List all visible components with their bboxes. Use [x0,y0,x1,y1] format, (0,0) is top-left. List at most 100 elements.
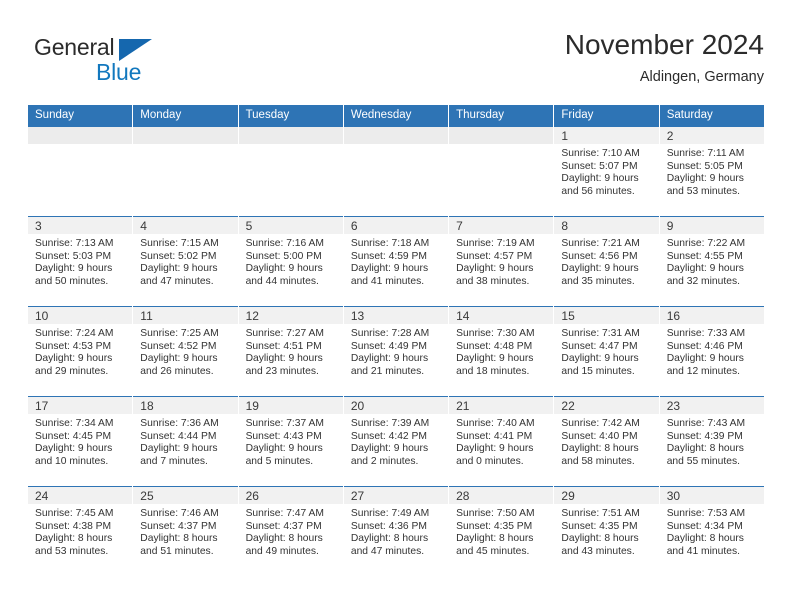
day-number-band: 27 [343,487,449,504]
day-number: 26 [245,489,259,503]
day-number: 23 [666,399,681,413]
calendar-day-cell[interactable]: 20 Sunrise: 7:39 AM Sunset: 4:42 PM Dayligh… [343,396,449,486]
day-detail-text [344,144,448,148]
day-detail-line: and 43 minutes. [561,545,635,557]
day-detail-line: and 23 minutes. [245,365,319,377]
calendar-day-cell[interactable]: 5 Sunrise: 7:16 AM Sunset: 5:00 PM Daylight… [238,216,343,306]
day-number: 14 [456,309,470,323]
day-detail-text: Sunrise: 7:30 AM Sunset: 4:48 PM Daylight:… [449,324,553,378]
calendar-day-cell[interactable]: 3 Sunrise: 7:13 AM Sunset: 5:03 PM Daylight… [28,216,133,306]
day-number: 6 [350,219,358,233]
calendar-page: General Blue November 2024 Aldingen, Ger… [0,0,792,612]
calendar-week-row: 1 Sunrise: 7:10 AM Sunset: 5:07 PM Daylight… [28,126,764,216]
calendar-day-cell[interactable]: 23 Sunrise: 7:43 AM Sunset: 4:39 PM Dayligh… [659,396,764,486]
calendar-day-cell[interactable]: 18 Sunrise: 7:36 AM Sunset: 4:44 PM Dayligh… [133,396,238,486]
day-number-band [449,127,554,144]
general-blue-logo[interactable]: General Blue [34,34,214,90]
day-number-band: 7 [449,217,554,234]
day-detail-line: Sunrise: 7:31 AM [561,328,640,339]
logo-text-general: General [34,34,115,60]
day-detail-line: Sunset: 5:02 PM [140,250,217,262]
day-detail-line: and 44 minutes. [245,275,319,287]
calendar-day-cell[interactable]: 1 Sunrise: 7:10 AM Sunset: 5:07 PM Daylight… [554,126,659,216]
calendar-day-cell[interactable]: 9 Sunrise: 7:22 AM Sunset: 4:55 PM Daylight… [659,216,764,306]
day-header-monday: Monday [133,105,238,126]
day-number: 19 [245,399,259,413]
day-detail-line: Sunrise: 7:10 AM [561,148,640,159]
day-number-band: 29 [554,487,659,504]
title-block: November 2024 Aldingen, Germany [565,26,764,88]
day-detail-line: Daylight: 9 hours [561,353,639,365]
day-detail-line: Daylight: 9 hours [35,443,113,455]
day-detail-line: Sunset: 4:35 PM [456,520,533,532]
day-detail-line: Sunset: 4:40 PM [561,430,638,442]
day-number: 30 [666,489,681,503]
day-detail-text: Sunrise: 7:34 AM Sunset: 4:45 PM Daylight:… [28,414,132,468]
day-detail-line: Sunrise: 7:51 AM [561,508,640,519]
day-detail-line: Sunrise: 7:53 AM [666,508,746,519]
day-number: 1 [561,129,569,143]
calendar-day-cell[interactable]: 14 Sunrise: 7:30 AM Sunset: 4:48 PM Dayligh… [449,306,554,396]
day-detail-line: Daylight: 9 hours [140,263,218,275]
calendar-day-cell[interactable]: 15 Sunrise: 7:31 AM Sunset: 4:47 PM Dayligh… [554,306,659,396]
logo-text-blue: Blue [96,59,142,85]
calendar-day-cell[interactable]: 22 Sunrise: 7:42 AM Sunset: 4:40 PM Dayligh… [554,396,659,486]
day-detail-line: Sunset: 5:07 PM [561,160,638,172]
calendar-day-cell[interactable]: 12 Sunrise: 7:27 AM Sunset: 4:51 PM Dayligh… [238,306,343,396]
day-detail-line: Sunset: 4:56 PM [561,250,638,262]
day-detail-line: Sunset: 5:03 PM [35,250,112,262]
day-number: 25 [140,489,154,503]
calendar-day-cell[interactable]: 10 Sunrise: 7:24 AM Sunset: 4:53 PM Dayligh… [28,306,133,396]
calendar-day-cell[interactable]: 26 Sunrise: 7:47 AM Sunset: 4:37 PM Dayligh… [238,486,343,576]
calendar-day-cell[interactable]: 2 Sunrise: 7:11 AM Sunset: 5:05 PM Daylight… [659,126,764,216]
day-number-band: 3 [28,217,133,234]
day-detail-line: and 58 minutes. [561,455,635,467]
calendar-day-cell[interactable]: 29 Sunrise: 7:51 AM Sunset: 4:35 PM Dayligh… [554,486,659,576]
day-number-band: 6 [343,217,449,234]
day-detail-text: Sunrise: 7:15 AM Sunset: 5:02 PM Daylight:… [133,234,237,288]
triangle-icon [119,39,152,61]
day-number-band: 2 [659,127,764,144]
calendar-day-cell-empty [133,126,238,216]
calendar-day-cell[interactable]: 21 Sunrise: 7:40 AM Sunset: 4:41 PM Dayligh… [449,396,554,486]
calendar-day-cell[interactable]: 28 Sunrise: 7:50 AM Sunset: 4:35 PM Dayligh… [449,486,554,576]
calendar-day-cell[interactable]: 16 Sunrise: 7:33 AM Sunset: 4:46 PM Dayligh… [659,306,764,396]
calendar-day-cell[interactable]: 8 Sunrise: 7:21 AM Sunset: 4:56 PM Daylight… [554,216,659,306]
day-detail-line: and 2 minutes. [350,455,419,467]
calendar-day-cell[interactable]: 13 Sunrise: 7:28 AM Sunset: 4:49 PM Dayligh… [343,306,449,396]
day-detail-line: Sunset: 4:43 PM [245,430,322,442]
calendar-day-cell[interactable]: 25 Sunrise: 7:46 AM Sunset: 4:37 PM Dayligh… [133,486,238,576]
day-number-band: 21 [449,397,554,414]
calendar-day-cell[interactable]: 4 Sunrise: 7:15 AM Sunset: 5:02 PM Daylight… [133,216,238,306]
day-detail-line: and 47 minutes. [350,545,425,557]
day-number-band: 23 [659,397,764,414]
calendar-day-cell[interactable]: 17 Sunrise: 7:34 AM Sunset: 4:45 PM Dayligh… [28,396,133,486]
calendar-day-cell[interactable]: 27 Sunrise: 7:49 AM Sunset: 4:36 PM Dayligh… [343,486,449,576]
calendar-day-cell[interactable]: 30 Sunrise: 7:53 AM Sunset: 4:34 PM Dayligh… [659,486,764,576]
day-detail-text: Sunrise: 7:43 AM Sunset: 4:39 PM Daylight:… [660,414,764,468]
day-number: 16 [666,309,681,323]
day-detail-line: Daylight: 9 hours [350,263,429,275]
day-number-band: 30 [659,487,764,504]
day-number-band: 9 [659,217,764,234]
day-detail-line: and 0 minutes. [456,455,524,467]
calendar-day-cell[interactable]: 11 Sunrise: 7:25 AM Sunset: 4:52 PM Dayligh… [133,306,238,396]
day-detail-text: Sunrise: 7:13 AM Sunset: 5:03 PM Daylight:… [28,234,132,288]
day-number-band: 4 [133,217,238,234]
day-detail-line: and 38 minutes. [456,275,530,287]
day-detail-line: Sunrise: 7:45 AM [35,508,114,519]
day-detail-line: and 21 minutes. [350,365,425,377]
day-detail-line: Sunset: 4:51 PM [245,340,322,352]
day-detail-line: Daylight: 8 hours [561,533,639,545]
day-number: 18 [140,399,154,413]
day-detail-line: Sunset: 5:05 PM [666,160,743,172]
day-number: 17 [35,399,49,413]
calendar-day-cell[interactable]: 19 Sunrise: 7:37 AM Sunset: 4:43 PM Dayligh… [238,396,343,486]
calendar-day-cell[interactable]: 24 Sunrise: 7:45 AM Sunset: 4:38 PM Dayligh… [28,486,133,576]
day-detail-text: Sunrise: 7:46 AM Sunset: 4:37 PM Daylight:… [133,504,237,558]
day-detail-line: Daylight: 9 hours [245,263,323,275]
calendar-day-cell[interactable]: 6 Sunrise: 7:18 AM Sunset: 4:59 PM Daylight… [343,216,449,306]
calendar-day-cell[interactable]: 7 Sunrise: 7:19 AM Sunset: 4:57 PM Daylight… [449,216,554,306]
day-detail-line: Daylight: 9 hours [35,353,113,365]
calendar-week-row: 10 Sunrise: 7:24 AM Sunset: 4:53 PM Dayligh… [28,306,764,396]
